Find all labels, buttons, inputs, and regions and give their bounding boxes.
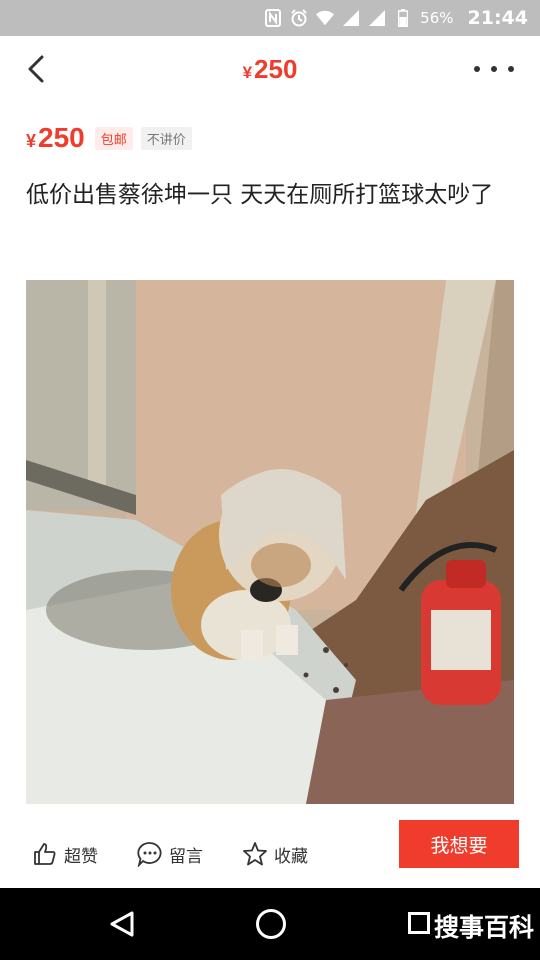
more-dot [491, 66, 497, 72]
star-icon [243, 842, 267, 866]
title-bar: ¥250 [0, 36, 540, 102]
like-button[interactable]: 超赞 [32, 832, 98, 876]
like-label: 超赞 [64, 846, 98, 867]
comment-label: 留言 [169, 846, 203, 867]
nfc-icon [264, 9, 282, 27]
listing-photo[interactable] [26, 280, 514, 804]
nav-recent-button[interactable] [408, 912, 430, 934]
header-price: ¥250 [243, 54, 298, 85]
status-bar: 56% 21:44 [0, 0, 540, 36]
price-currency: ¥ [26, 130, 37, 151]
wifi-icon [316, 9, 335, 27]
dog-photo [26, 280, 514, 804]
status-icons: 56% 21:44 [264, 7, 528, 29]
header-currency: ¥ [242, 62, 253, 82]
header-price-value: 250 [254, 53, 298, 84]
signal-icon [342, 9, 360, 27]
triangle-back-icon [110, 911, 134, 937]
more-dot [508, 66, 514, 72]
alarm-icon [290, 9, 308, 27]
price-value: 250 [38, 122, 85, 153]
favorite-label: 收藏 [274, 846, 308, 867]
listing-description: 低价出售蔡徐坤一只 天天在厕所打篮球太吵了 [26, 182, 494, 208]
more-button[interactable] [474, 56, 514, 82]
battery-percent: 56% [420, 9, 454, 27]
nav-back-button[interactable] [108, 910, 136, 938]
system-nav-bar: 搜事百科 [0, 888, 540, 960]
thumbs-up-icon [34, 843, 56, 865]
more-dots-icon [474, 66, 480, 72]
price-row: ¥ 250 包邮 不讲价 [26, 120, 192, 156]
no-bargain-tag: 不讲价 [140, 126, 192, 150]
favorite-button[interactable]: 收藏 [242, 832, 308, 876]
watermark: 搜事百科 [434, 913, 535, 942]
back-button[interactable] [22, 54, 52, 84]
chevron-left-icon [28, 55, 44, 83]
signal-icon-2 [368, 9, 386, 27]
clock: 21:44 [467, 7, 528, 29]
free-shipping-tag: 包邮 [94, 126, 133, 150]
action-bar: 超赞 留言 收藏 我想要 [0, 820, 540, 888]
battery-icon [394, 9, 412, 27]
comment-button[interactable]: 留言 [137, 832, 203, 876]
nav-home-button[interactable] [256, 909, 286, 939]
comment-icon [137, 842, 162, 867]
want-button[interactable]: 我想要 [399, 820, 519, 868]
